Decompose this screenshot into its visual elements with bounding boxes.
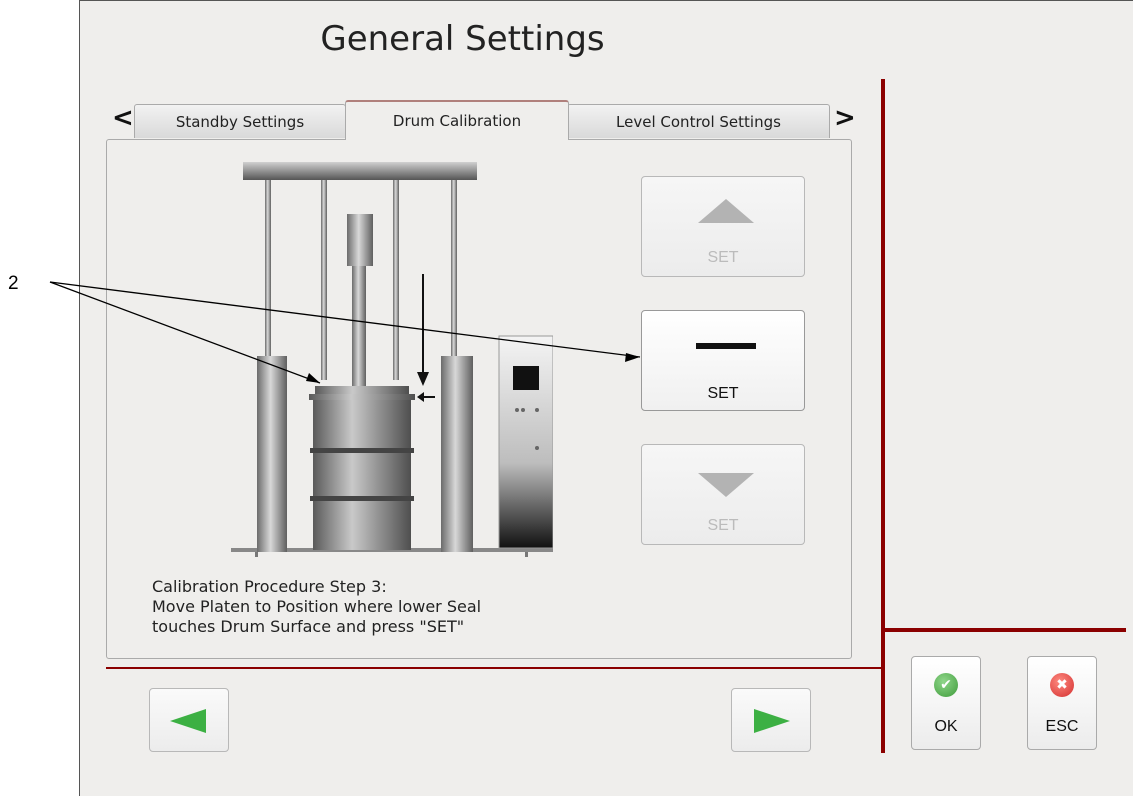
tab-label: Level Control Settings [616, 112, 781, 131]
tab-panel-drum-calibration: SET SET SET Calibration Procedure Step 3… [106, 139, 852, 659]
tab-label: Drum Calibration [392, 112, 522, 130]
previous-step-button[interactable] [149, 688, 229, 752]
divider-bottom-horizontal [106, 667, 883, 669]
page-title: General Settings [320, 19, 605, 59]
calibration-instructions: Calibration Procedure Step 3: Move Plate… [152, 577, 482, 636]
set-label: SET [707, 385, 739, 402]
set-label: SET [707, 517, 739, 534]
triangle-up-icon [698, 199, 754, 223]
esc-button[interactable]: ✖ ESC [1027, 656, 1097, 750]
esc-label: ESC [1045, 718, 1079, 735]
divider-right-horizontal [881, 628, 1126, 632]
arrow-left-icon [170, 709, 206, 733]
position-bar-icon [696, 343, 756, 349]
tab-drum-calibration[interactable]: Drum Calibration [345, 100, 569, 140]
set-seal-position-button[interactable]: SET [641, 310, 805, 411]
next-step-button[interactable] [731, 688, 811, 752]
set-up-button[interactable]: SET [641, 176, 805, 277]
cross-icon: ✖ [1050, 673, 1074, 697]
settings-screen: General Settings < > Standby Settings Le… [79, 0, 1133, 796]
set-down-button[interactable]: SET [641, 444, 805, 545]
tab-label: Standby Settings [175, 112, 305, 131]
tab-scroll-right-icon[interactable]: > [834, 103, 856, 133]
arrow-right-icon [754, 709, 790, 733]
tab-standby-settings[interactable]: Standby Settings [134, 104, 346, 138]
divider-vertical [881, 79, 885, 753]
ok-label: OK [934, 718, 958, 735]
drum-press-illustration [231, 162, 553, 557]
tab-level-control-settings[interactable]: Level Control Settings [567, 104, 830, 138]
callout-number: 2 [8, 273, 19, 294]
set-label: SET [707, 249, 739, 266]
tab-scroll-left-icon[interactable]: < [112, 103, 134, 133]
ok-button[interactable]: ✔ OK [911, 656, 981, 750]
triangle-down-icon [698, 473, 754, 497]
check-icon: ✔ [934, 673, 958, 697]
